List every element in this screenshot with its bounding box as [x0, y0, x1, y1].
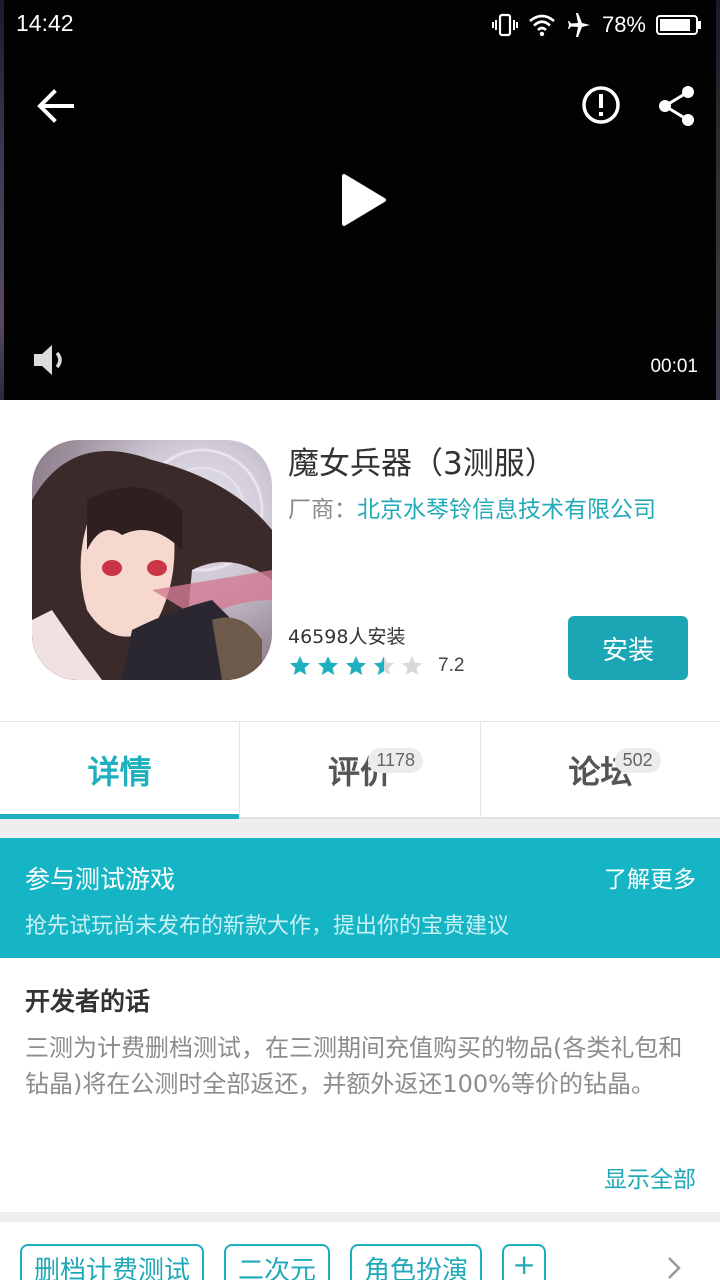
vendor-label: 厂商： [288, 497, 357, 523]
rating-value: 7.2 [438, 655, 465, 676]
beta-title: 参与测试游戏 [25, 865, 176, 894]
battery-icon [656, 15, 701, 35]
star-empty-icon [402, 656, 422, 675]
tab-forum[interactable]: 论坛 502 [481, 722, 720, 817]
app-title: 魔女兵器（3测服） [288, 446, 556, 482]
vendor-link[interactable]: 北京水琴铃信息技术有限公司 [357, 497, 656, 523]
video-edge-right [716, 0, 720, 400]
vibrate-icon [491, 13, 518, 37]
tab-details[interactable]: 详情 [0, 722, 241, 819]
star-half-icon [374, 656, 394, 675]
tag-list: 删档计费测试 二次元 角色扮演 + [20, 1244, 547, 1280]
tag-chip[interactable]: 角色扮演 [350, 1244, 483, 1280]
rating: 7.2 [288, 654, 464, 678]
video-timestamp: 00:01 [650, 356, 698, 377]
status-icons: 78% [491, 10, 702, 40]
section-divider [0, 1212, 720, 1222]
battery-percent: 78% [601, 12, 646, 37]
learn-more-link[interactable]: 了解更多 [604, 860, 696, 894]
wifi-icon [529, 14, 555, 37]
show-all-link[interactable]: 显示全部 [604, 1160, 696, 1194]
developer-notes-title: 开发者的话 [25, 987, 151, 1016]
developer-notes-text: 三测为计费删档测试，在三测期间充值购买的物品(各类礼包和钻晶)将在公测时全部返还… [25, 1034, 683, 1098]
section-divider [0, 819, 720, 838]
tag-chip[interactable]: 二次元 [224, 1244, 331, 1280]
beta-test-banner[interactable]: 参与测试游戏 了解更多 抢先试玩尚未发布的新款大作，提出你的宝贵建议 [0, 838, 720, 958]
beta-description: 抢先试玩尚未发布的新款大作，提出你的宝贵建议 [25, 914, 510, 939]
add-tag-button[interactable]: + [502, 1244, 547, 1280]
forum-count-badge: 502 [614, 748, 661, 773]
star-full-icon [346, 656, 366, 675]
star-full-icon [318, 656, 338, 675]
video-edge-left [0, 0, 4, 400]
share-icon[interactable] [656, 84, 698, 128]
tag-chip[interactable]: 删档计费测试 [20, 1244, 205, 1280]
tab-details-label: 详情 [87, 752, 152, 791]
back-arrow-icon[interactable] [34, 84, 78, 128]
play-icon[interactable] [334, 170, 390, 230]
volume-icon[interactable] [30, 340, 70, 380]
exclamation-icon[interactable] [580, 84, 622, 126]
chevron-right-icon[interactable] [662, 1254, 686, 1280]
tab-reviews[interactable]: 评价 1178 [240, 722, 481, 817]
app-icon [32, 440, 272, 680]
airplane-icon [567, 13, 590, 37]
status-bar: 14:42 78% [0, 0, 720, 50]
install-button[interactable]: 安装 [568, 616, 688, 680]
video-player[interactable]: 14:42 78% 00:01 [0, 0, 720, 400]
reviews-count-badge: 1178 [368, 748, 424, 773]
install-count: 46598人安装 [288, 626, 406, 648]
tab-bar: 详情 评价 1178 论坛 502 [0, 721, 720, 819]
star-full-icon [290, 656, 310, 675]
status-time: 14:42 [16, 10, 74, 36]
app-icon-artwork [32, 448, 272, 680]
vendor-line: 厂商：北京水琴铃信息技术有限公司 [288, 490, 656, 524]
